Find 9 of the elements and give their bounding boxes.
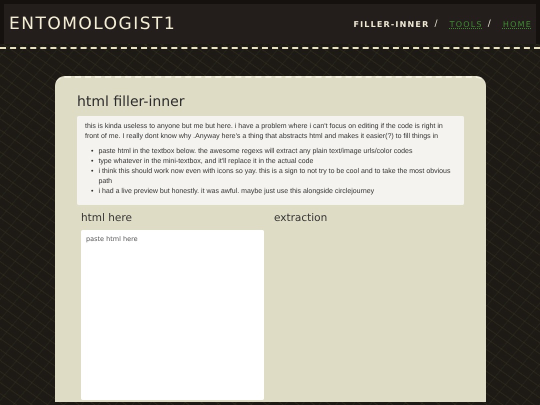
section-heading: extraction bbox=[274, 212, 328, 224]
nav-link[interactable]: FILLER-INNER bbox=[353, 20, 430, 28]
separator: / bbox=[434, 19, 439, 29]
site-title: ENTOMOLOGIST1 bbox=[9, 14, 176, 34]
nav-link[interactable]: HOME bbox=[502, 20, 532, 28]
separator: / bbox=[488, 19, 492, 29]
page-title: html filler-inner bbox=[77, 94, 186, 110]
section-heading: html here bbox=[81, 212, 133, 224]
nav-link[interactable]: TOOLS bbox=[450, 20, 483, 28]
